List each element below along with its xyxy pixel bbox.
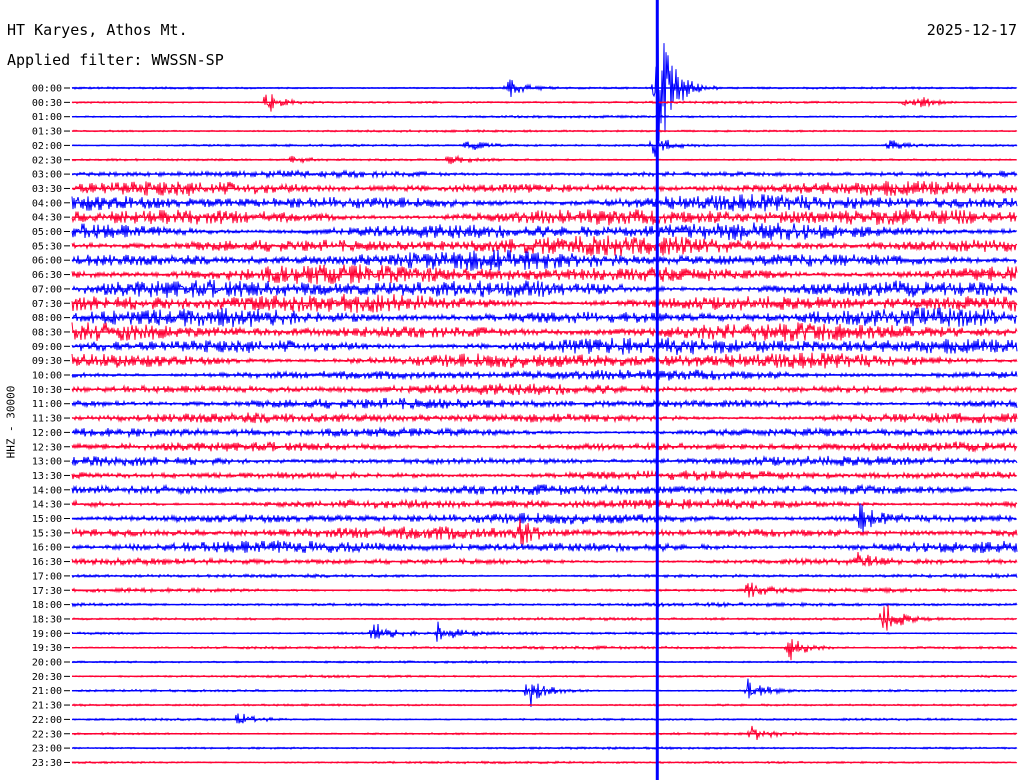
row-time-label: 07:30: [32, 299, 62, 310]
row-time-label: 14:00: [32, 485, 62, 496]
row-time-label: 10:30: [32, 385, 62, 396]
row-time-label: 14:30: [32, 500, 62, 511]
row-time-label: 04:30: [32, 213, 62, 224]
row-time-label: 06:30: [32, 270, 62, 281]
row-time-label: 20:30: [32, 672, 62, 683]
row-time-label: 15:30: [32, 528, 62, 539]
row-time-label: 02:30: [32, 155, 62, 166]
row-time-label: 15:00: [32, 514, 62, 525]
row-time-label: 13:30: [32, 471, 62, 482]
row-time-label: 01:00: [32, 112, 62, 123]
row-time-label: 22:00: [32, 715, 62, 726]
row-time-label: 02:00: [32, 141, 62, 152]
row-time-label: 08:30: [32, 327, 62, 338]
trace-1900: [71, 621, 1018, 642]
helicorder-plot: 00:00 00:30 01:00 01:30 02:00 02:30 03:00 03:30…: [32, 0, 1018, 780]
row-time-label: 06:00: [32, 256, 62, 267]
row-time-label: 09:30: [32, 356, 62, 367]
row-time-label: 00:00: [32, 84, 62, 95]
trace-1930: [71, 639, 1018, 661]
trace-0200: [71, 139, 1018, 157]
trace-0000: [71, 27, 1018, 145]
row-time-label: 16:00: [32, 543, 62, 554]
row-time-label: 11:30: [32, 414, 62, 425]
row-time-label: 10:00: [32, 371, 62, 382]
row-time-label: 04:00: [32, 198, 62, 209]
row-time-label: 18:00: [32, 600, 62, 611]
trace-1830: [71, 604, 1018, 631]
row-time-label: 21:30: [32, 701, 62, 712]
row-time-label: 19:30: [32, 643, 62, 654]
trace-2100: [71, 678, 1018, 707]
row-time-label: 17:30: [32, 586, 62, 597]
row-time-label: 13:00: [32, 457, 62, 468]
row-time-label: 20:00: [32, 658, 62, 669]
row-time-label: 05:00: [32, 227, 62, 238]
row-time-label: 00:30: [32, 98, 62, 109]
trace-2200: [71, 713, 1018, 724]
row-time-label: 21:00: [32, 686, 62, 697]
row-time-label: 23:30: [32, 758, 62, 769]
row-time-label: 18:30: [32, 614, 62, 625]
row-time-label: 12:30: [32, 442, 62, 453]
row-time-label: 05:30: [32, 241, 62, 252]
row-time-label: 03:00: [32, 170, 62, 181]
row-time-label: 08:00: [32, 313, 62, 324]
row-time-label: 03:30: [32, 184, 62, 195]
trace-1630: [71, 552, 1018, 567]
row-time-label: 17:00: [32, 571, 62, 582]
row-time-label: 11:00: [32, 399, 62, 410]
row-time-label: 09:00: [32, 342, 62, 353]
row-time-label: 07:00: [32, 284, 62, 295]
row-time-label: 01:30: [32, 127, 62, 138]
row-time-label: 12:00: [32, 428, 62, 439]
trace-2230: [71, 725, 1018, 740]
row-time-label: 22:30: [32, 729, 62, 740]
row-time-label: 19:00: [32, 629, 62, 640]
row-time-label: 23:00: [32, 744, 62, 755]
row-time-label: 16:30: [32, 557, 62, 568]
